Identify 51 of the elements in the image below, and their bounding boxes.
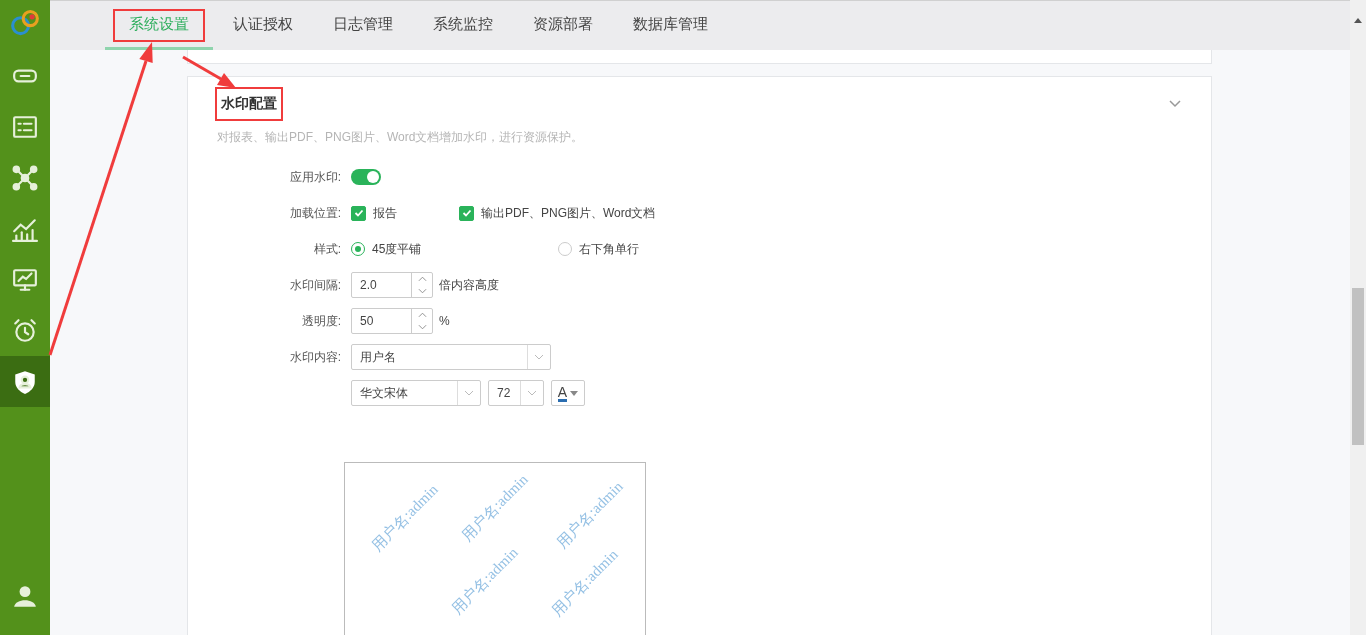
list-icon: [12, 113, 38, 140]
scrollbar[interactable]: [1350, 0, 1366, 635]
font-dropdown[interactable]: 华文宋体: [351, 380, 481, 406]
field-label: 透明度:: [301, 313, 341, 328]
dropdown[interactable]: 用户名: [351, 344, 551, 370]
user-icon[interactable]: [12, 583, 38, 609]
field-label: 水印间隔:: [289, 277, 341, 292]
field-label: 加载位置:: [289, 205, 341, 220]
checkbox[interactable]: [351, 205, 366, 221]
increment-icon[interactable]: [417, 276, 427, 282]
radio-label: 45度平铺: [372, 240, 422, 258]
logo-icon: [10, 8, 40, 38]
check-icon: [353, 208, 364, 218]
chevron-down-icon: [464, 390, 474, 396]
presentation-icon: [12, 266, 38, 293]
nav-tab[interactable]: 数据库管理: [613, 1, 728, 50]
checkbox[interactable]: [459, 205, 474, 221]
annotation-arrow: [182, 55, 236, 88]
size-dropdown[interactable]: 72: [488, 380, 544, 406]
increment-icon[interactable]: [417, 312, 427, 318]
chevron-down-icon: [527, 390, 537, 396]
field-label: 应用水印:: [289, 169, 341, 184]
caret-icon: [570, 390, 579, 396]
scroll-thumb[interactable]: [1352, 288, 1364, 445]
decrement-icon[interactable]: [417, 324, 427, 330]
unit-label: %: [439, 314, 450, 328]
section-description: 对报表、输出PDF、PNG图片、Word文档增加水印，进行资源保护。: [217, 129, 585, 146]
unit-label: 倍内容高度: [439, 276, 499, 294]
decrement-icon[interactable]: [417, 288, 427, 294]
collapse-chevron-icon[interactable]: [1169, 100, 1181, 108]
field-label: 水印内容:: [289, 349, 341, 364]
shield-user-icon: [12, 368, 38, 395]
nav-tab[interactable]: 认证授权: [213, 1, 313, 50]
checkbox-label: 报告: [373, 204, 397, 222]
checkbox-label: 输出PDF、PNG图片、Word文档: [481, 204, 656, 222]
number-input[interactable]: 2.0: [351, 272, 433, 298]
number-input[interactable]: 50: [351, 308, 433, 334]
chevron-down-icon: [534, 354, 544, 360]
alarm-clock-icon: [12, 317, 38, 344]
scroll-up-icon[interactable]: [1354, 18, 1362, 23]
nav-tab[interactable]: 资源部署: [513, 1, 613, 50]
section-title: 水印配置: [217, 89, 281, 119]
network-icon: [12, 164, 38, 191]
radio-label: 右下角单行: [579, 240, 639, 258]
field-label: 样式:: [313, 241, 341, 256]
nav-tab[interactable]: 系统监控: [413, 1, 513, 50]
toggle-switch[interactable]: [351, 169, 381, 185]
check-icon: [461, 208, 472, 218]
sidebar-item[interactable]: [0, 356, 50, 407]
font-color-button[interactable]: A: [551, 380, 585, 406]
nav-tab[interactable]: 日志管理: [313, 1, 413, 50]
